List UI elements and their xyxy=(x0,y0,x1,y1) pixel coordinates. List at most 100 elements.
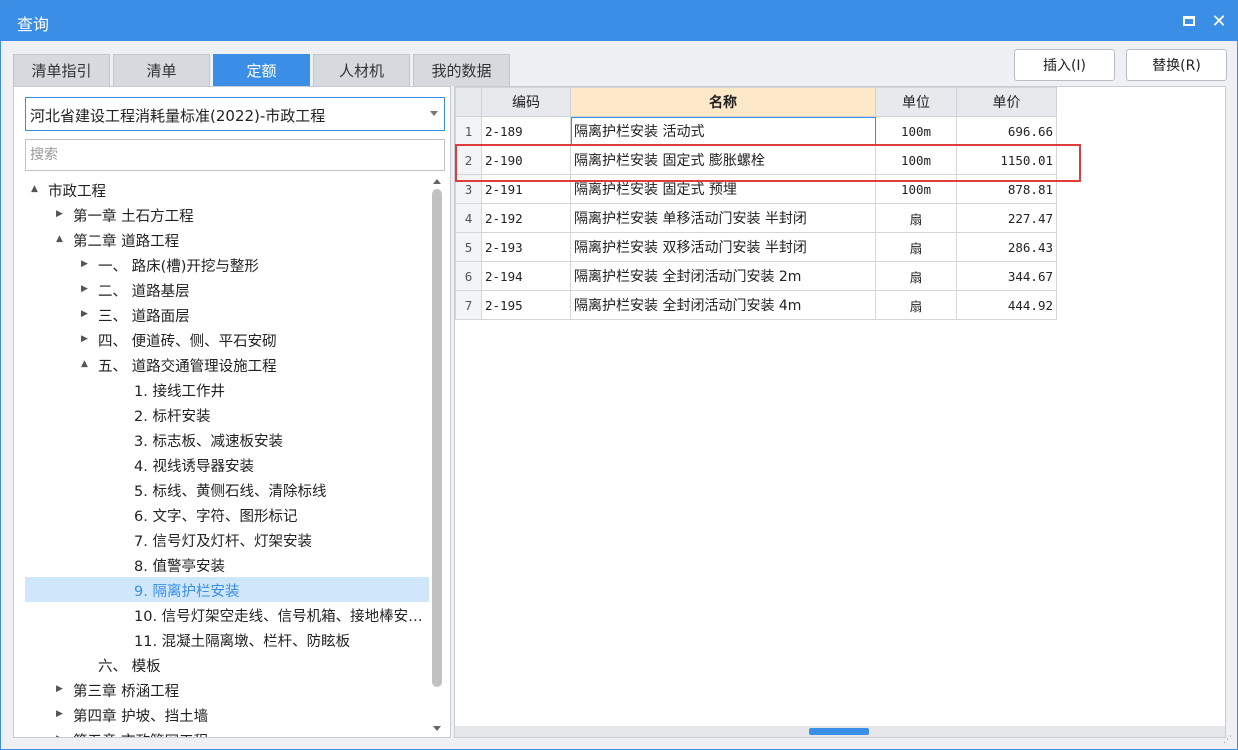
collapse-arrow-icon[interactable]: ▲ xyxy=(31,184,41,194)
table-row[interactable]: 3 2-191 隔离护栏安装 固定式 预埋 100m 878.81 xyxy=(455,174,1057,204)
tab-labor-material[interactable]: 人材机 xyxy=(313,54,410,86)
cell-name[interactable]: 隔离护栏安装 活动式 xyxy=(570,116,876,146)
cell-code[interactable]: 2-192 xyxy=(481,203,571,233)
tab-my-data[interactable]: 我的数据 xyxy=(413,54,510,86)
table-row[interactable]: 7 2-195 隔离护栏安装 全封闭活动门安装 4m 扇 444.92 xyxy=(455,290,1057,320)
cell-price[interactable]: 1150.01 xyxy=(956,145,1057,175)
collapse-arrow-icon[interactable]: ▲ xyxy=(81,359,91,369)
expand-arrow-icon[interactable]: ▶ xyxy=(56,209,66,219)
row-number[interactable]: 1 xyxy=(455,116,482,146)
tree-node[interactable]: ▶ 第三章 桥涵工程 xyxy=(25,677,429,702)
tree-node[interactable]: ▲ 第二章 道路工程 xyxy=(25,227,429,252)
cell-price[interactable]: 696.66 xyxy=(956,116,1057,146)
search-input[interactable] xyxy=(25,139,445,171)
expand-arrow-icon[interactable]: ▶ xyxy=(81,284,91,294)
cell-price[interactable]: 227.47 xyxy=(956,203,1057,233)
cell-name[interactable]: 隔离护栏安装 全封闭活动门安装 2m xyxy=(570,261,876,291)
tree-node[interactable]: ▲ 五、 道路交通管理设施工程 xyxy=(25,352,429,377)
expand-arrow-icon[interactable]: ▶ xyxy=(56,684,66,694)
table-row[interactable]: 2 2-190 隔离护栏安装 固定式 膨胀螺栓 100m 1150.01 xyxy=(455,145,1057,175)
cell-price[interactable]: 286.43 xyxy=(956,232,1057,262)
horizontal-scroll-thumb[interactable] xyxy=(809,728,869,735)
tree-scrollbar[interactable] xyxy=(430,177,444,733)
cell-price[interactable]: 444.92 xyxy=(956,290,1057,320)
cell-unit[interactable]: 100m xyxy=(875,174,957,204)
header-unit[interactable]: 单位 xyxy=(875,87,957,117)
tree-node[interactable]: ▶ 第五章 市政管网工程 xyxy=(25,727,429,737)
cell-code[interactable]: 2-190 xyxy=(481,145,571,175)
tree-node[interactable]: ▶ 四、 便道砖、侧、平石安砌 xyxy=(25,327,429,352)
cell-unit[interactable]: 扇 xyxy=(875,261,957,291)
tree-node[interactable]: ▶ 二、 道路基层 xyxy=(25,277,429,302)
table-row[interactable]: 1 2-189 隔离护栏安装 活动式 100m 696.66 xyxy=(455,116,1057,146)
tree-node[interactable]: ▲ 市政工程 xyxy=(25,177,429,202)
tree-node[interactable]: 11. 混凝土隔离墩、栏杆、防眩板 xyxy=(25,627,429,652)
cell-price[interactable]: 878.81 xyxy=(956,174,1057,204)
tree-node[interactable]: ▶ 第一章 土石方工程 xyxy=(25,202,429,227)
cell-code[interactable]: 2-191 xyxy=(481,174,571,204)
expand-arrow-icon[interactable]: ▶ xyxy=(81,334,91,344)
tab-quota[interactable]: 定额 xyxy=(213,54,310,86)
cell-name[interactable]: 隔离护栏安装 固定式 膨胀螺栓 xyxy=(570,145,876,175)
maximize-button[interactable] xyxy=(1179,11,1199,31)
tree-node[interactable]: ▶ 一、 路床(槽)开挖与整形 xyxy=(25,252,429,277)
cell-unit[interactable]: 100m xyxy=(875,145,957,175)
tree-node[interactable]: 8. 值警亭安装 xyxy=(25,552,429,577)
horizontal-scrollbar[interactable] xyxy=(455,726,1225,737)
tree-node[interactable]: ▶ 三、 道路面层 xyxy=(25,302,429,327)
scroll-up-icon[interactable] xyxy=(433,179,441,184)
header-name[interactable]: 名称 xyxy=(570,87,876,117)
cell-unit[interactable]: 扇 xyxy=(875,232,957,262)
row-number[interactable]: 7 xyxy=(455,290,482,320)
replace-button[interactable]: 替换(R) xyxy=(1126,49,1227,81)
row-number[interactable]: 4 xyxy=(455,203,482,233)
table-row[interactable]: 5 2-193 隔离护栏安装 双移活动门安装 半封闭扇 286.43 xyxy=(455,232,1057,262)
cell-name[interactable]: 隔离护栏安装 全封闭活动门安装 4m xyxy=(570,290,876,320)
tree-node[interactable]: 10. 信号灯架空走线、信号机箱、接地棒安… xyxy=(25,602,429,627)
tree-node[interactable]: 3. 标志板、减速板安装 xyxy=(25,427,429,452)
cell-code[interactable]: 2-195 xyxy=(481,290,571,320)
tree-node[interactable]: 9. 隔离护栏安装 xyxy=(25,577,429,602)
collapse-arrow-icon[interactable]: ▲ xyxy=(56,234,66,244)
close-button[interactable]: ✕ xyxy=(1209,11,1229,32)
cell-code[interactable]: 2-189 xyxy=(481,116,571,146)
cell-price[interactable]: 344.67 xyxy=(956,261,1057,291)
table-row[interactable]: 4 2-192 隔离护栏安装 单移活动门安装 半封闭扇 227.47 xyxy=(455,203,1057,233)
tree-node[interactable]: 1. 接线工作井 xyxy=(25,377,429,402)
cell-unit[interactable]: 扇 xyxy=(875,203,957,233)
tree-node[interactable]: 7. 信号灯及灯杆、灯架安装 xyxy=(25,527,429,552)
table-row[interactable]: 6 2-194 隔离护栏安装 全封闭活动门安装 2m 扇 344.67 xyxy=(455,261,1057,291)
header-price[interactable]: 单价 xyxy=(956,87,1057,117)
tree-node[interactable]: 4. 视线诱导器安装 xyxy=(25,452,429,477)
tree-node-label: 第四章 护坡、挡土墙 xyxy=(73,709,209,725)
cell-name[interactable]: 隔离护栏安装 固定式 预埋 xyxy=(570,174,876,204)
tree-node[interactable]: 2. 标杆安装 xyxy=(25,402,429,427)
expand-arrow-icon[interactable]: ▶ xyxy=(81,259,91,269)
expand-arrow-icon[interactable]: ▶ xyxy=(81,309,91,319)
scroll-down-icon[interactable] xyxy=(433,726,441,731)
cell-name[interactable]: 隔离护栏安装 单移活动门安装 半封闭 xyxy=(570,203,876,233)
header-code[interactable]: 编码 xyxy=(481,87,571,117)
row-number[interactable]: 6 xyxy=(455,261,482,291)
tree-node[interactable]: 六、 模板 xyxy=(25,652,429,677)
expand-arrow-icon[interactable]: ▶ xyxy=(56,709,66,719)
tree-node[interactable]: 5. 标线、黄侧石线、清除标线 xyxy=(25,477,429,502)
chevron-down-icon xyxy=(430,111,438,116)
tab-bill-guide[interactable]: 清单指引 xyxy=(13,54,110,86)
resize-grip-icon[interactable]: ⋰ xyxy=(1223,735,1235,747)
insert-button[interactable]: 插入(I) xyxy=(1014,49,1115,81)
row-number[interactable]: 3 xyxy=(455,174,482,204)
scroll-thumb[interactable] xyxy=(432,189,442,687)
cell-unit[interactable]: 扇 xyxy=(875,290,957,320)
library-select[interactable]: 河北省建设工程消耗量标准(2022)-市政工程 xyxy=(25,97,445,131)
cell-code[interactable]: 2-194 xyxy=(481,261,571,291)
cell-unit[interactable]: 100m xyxy=(875,116,957,146)
tab-bill[interactable]: 清单 xyxy=(113,54,210,86)
row-number[interactable]: 5 xyxy=(455,232,482,262)
expand-arrow-icon[interactable]: ▶ xyxy=(56,734,66,737)
tree-node[interactable]: 6. 文字、字符、图形标记 xyxy=(25,502,429,527)
tree-node[interactable]: ▶ 第四章 护坡、挡土墙 xyxy=(25,702,429,727)
cell-name[interactable]: 隔离护栏安装 双移活动门安装 半封闭 xyxy=(570,232,876,262)
cell-code[interactable]: 2-193 xyxy=(481,232,571,262)
row-number[interactable]: 2 xyxy=(455,145,482,175)
